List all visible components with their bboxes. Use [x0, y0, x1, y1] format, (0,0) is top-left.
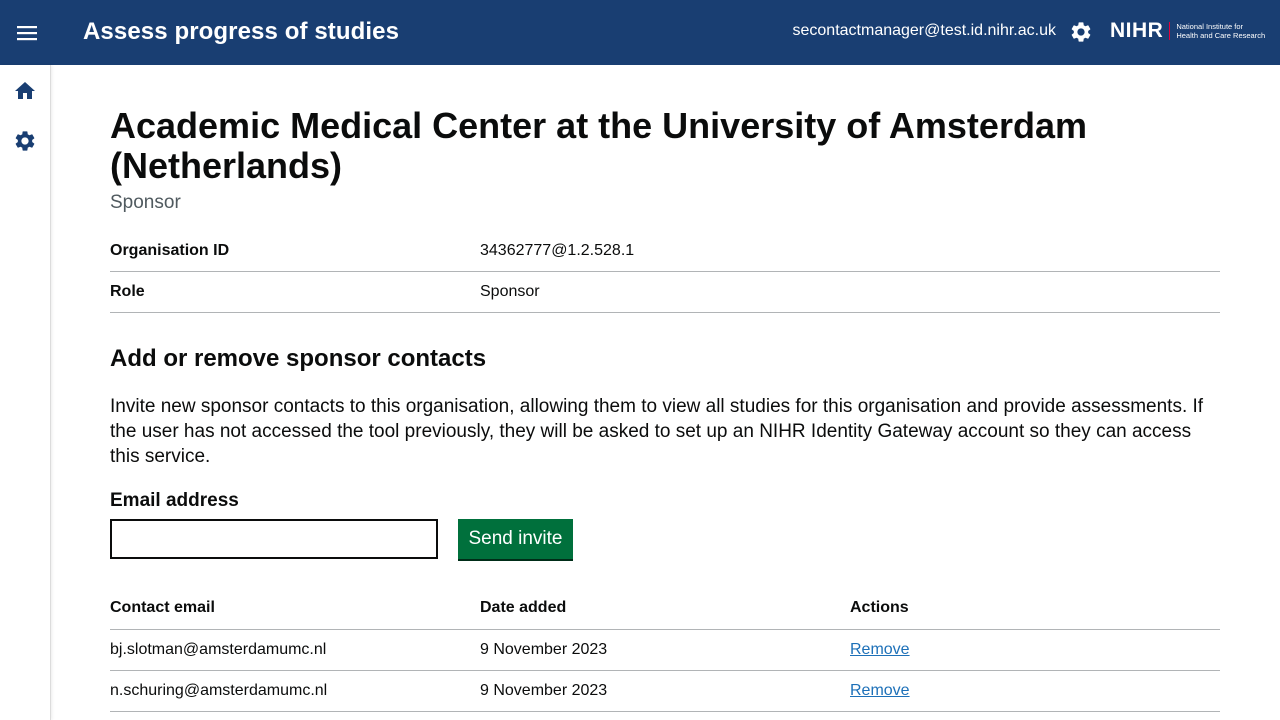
summary-list: Organisation ID 34362777@1.2.528.1 Role … [110, 231, 1220, 313]
summary-value: Sponsor [480, 283, 540, 300]
app-title: Assess progress of studies [83, 18, 400, 45]
send-invite-button[interactable]: Send invite [458, 519, 573, 559]
nihr-logo: NIHR National Institute for Health and C… [1110, 18, 1265, 44]
actions-cell: Remove [850, 629, 1220, 671]
summary-key: Organisation ID [110, 242, 230, 259]
gear-icon[interactable] [13, 129, 37, 153]
remove-link[interactable]: Remove [850, 641, 910, 658]
logo-line-1: National Institute for [1176, 22, 1244, 31]
summary-value: 34362777@1.2.528.1 [480, 242, 635, 259]
email-field[interactable] [110, 519, 438, 559]
summary-key: Role [110, 283, 145, 300]
logo-brand: NIHR [1110, 19, 1164, 42]
remove-link[interactable]: Remove [850, 682, 910, 699]
date-added-cell: 9 November 2023 [480, 629, 850, 671]
top-header: Assess progress of studies secontactmana… [0, 0, 1280, 65]
contacts-table: Contact email Date added Actions bj.slot… [110, 588, 1220, 712]
intro-text: Invite new sponsor contacts to this orga… [110, 396, 1204, 467]
column-header-date-added: Date added [480, 588, 850, 630]
logo-divider [1169, 22, 1171, 40]
table-row: bj.slotman@amsterdamumc.nl 9 November 20… [110, 629, 1220, 671]
page-title: Academic Medical Center at the Universit… [110, 105, 1087, 186]
contact-email-cell: n.schuring@amsterdamumc.nl [110, 670, 480, 712]
home-icon[interactable] [13, 79, 37, 103]
summary-row-organisation-id: Organisation ID 34362777@1.2.528.1 [110, 231, 1220, 272]
table-row: n.schuring@amsterdamumc.nl 9 November 20… [110, 670, 1220, 712]
logo-full-name: National Institute for Health and Care R… [1176, 22, 1265, 40]
sidebar [0, 65, 51, 720]
contact-email-cell: bj.slotman@amsterdamumc.nl [110, 629, 480, 671]
menu-icon[interactable] [12, 18, 42, 48]
gear-icon[interactable] [1069, 20, 1093, 44]
column-header-actions: Actions [850, 588, 1220, 630]
table-header-row: Contact email Date added Actions [110, 588, 1220, 630]
logo-line-2: Health and Care Research [1176, 31, 1266, 40]
actions-cell: Remove [850, 670, 1220, 712]
page-caption: Sponsor [110, 192, 181, 213]
summary-row-role: Role Sponsor [110, 272, 1220, 313]
column-header-contact-email: Contact email [110, 588, 480, 630]
email-label: Email address [110, 490, 239, 511]
user-email: secontactmanager@test.id.nihr.ac.uk [792, 22, 1057, 39]
section-title: Add or remove sponsor contacts [110, 345, 487, 372]
date-added-cell: 9 November 2023 [480, 670, 850, 712]
